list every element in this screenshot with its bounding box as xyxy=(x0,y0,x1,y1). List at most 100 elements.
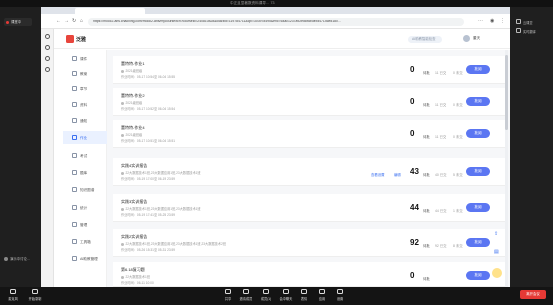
statistics-icon xyxy=(72,205,77,210)
translate-icon[interactable] xyxy=(516,28,521,33)
meeting-left-rail xyxy=(0,7,40,287)
share-status-icon xyxy=(4,257,8,261)
nav-item-ai-assistant[interactable]: AI助教管理 xyxy=(63,252,107,265)
assignment-time: 作业时间：05-19 17:00至 06-19 23:59 xyxy=(121,177,176,181)
invite-button[interactable]: 邀请成员 xyxy=(236,289,256,301)
back-icon[interactable]: ← xyxy=(56,19,61,24)
unsubmitted-count: 1 未交 xyxy=(453,209,463,213)
extensions-icon[interactable]: ⋯ xyxy=(478,19,483,24)
nav-item-management[interactable]: 管理 xyxy=(63,218,107,231)
nav-item-exams[interactable]: 考试 xyxy=(63,149,107,162)
home-icon[interactable]: ⌂ xyxy=(80,19,83,24)
nav-item-toolbox[interactable]: 工具箱 xyxy=(63,235,107,248)
assignment-row[interactable]: 实践4实训报告 22大数据技术1班,23大数据应用1班,23大数据技术1班 作业… xyxy=(113,158,505,186)
sidebar-discover-icon[interactable] xyxy=(45,56,50,61)
nav-label: 知识图谱 xyxy=(80,187,95,192)
nav-item-chapters[interactable]: 章节 xyxy=(63,82,107,95)
review-button[interactable]: 批阅 xyxy=(466,167,490,176)
nav-item-materials[interactable]: 资料 xyxy=(63,98,107,111)
reload-icon[interactable]: ↻ xyxy=(72,19,76,24)
chapters-icon xyxy=(72,86,77,91)
assignments-icon xyxy=(72,135,77,140)
mic-button[interactable]: 麦克风 xyxy=(3,289,23,301)
ai-assistant-label[interactable]: AI助教智能检查 xyxy=(412,37,436,41)
unsubmitted-count: 0 未交 xyxy=(453,71,463,75)
assignment-title[interactable]: 实践4实训报告 xyxy=(121,163,147,169)
view-settings-link[interactable]: 查看设置 xyxy=(371,172,385,177)
assignment-title[interactable]: 董特特-作业1 xyxy=(121,61,145,67)
document-icon[interactable]: ▤ xyxy=(494,250,500,256)
assistant-mascot-icon[interactable] xyxy=(492,268,502,278)
review-button[interactable]: 批阅 xyxy=(466,203,490,212)
class-icon xyxy=(121,207,124,211)
nav-item-knowledge-graph[interactable]: 知识图谱 xyxy=(63,183,107,196)
review-button[interactable]: 批阅 xyxy=(466,129,490,138)
assignment-row[interactable]: 董特特-作业2 2021级班级 作业时间：05-17 10:52至 06-04 … xyxy=(113,88,505,116)
cloud-icon[interactable] xyxy=(516,19,521,24)
sidebar-add-icon[interactable] xyxy=(45,67,50,72)
exams-icon xyxy=(72,153,77,158)
assignment-title[interactable]: 实践3实训报告 xyxy=(121,199,147,205)
assignment-title[interactable]: 董特特-作业2 xyxy=(121,93,145,99)
toolbar-label: 开始录制 xyxy=(28,297,42,301)
class-icon xyxy=(121,69,124,73)
review-button[interactable]: 批阅 xyxy=(466,271,490,280)
class-icon xyxy=(121,242,124,246)
courseware-icon xyxy=(72,56,77,61)
toolbar-label: 邀请成员 xyxy=(239,297,253,301)
emoji-button[interactable]: 表情 xyxy=(294,289,314,301)
toolbar-label: 成员(1) xyxy=(260,297,272,301)
record-button[interactable]: 开始录制 xyxy=(25,289,45,301)
nav-item-notices[interactable]: 通知 xyxy=(63,114,107,127)
nav-label: 章节 xyxy=(80,86,88,91)
assignment-title[interactable]: 董特特-作业4 xyxy=(121,125,145,131)
sidebar-tab-icon[interactable] xyxy=(45,45,50,50)
assignment-row[interactable]: 实践2实训报告 22大数据技术1班,23大数据应用1班,23大数据技术1班,23… xyxy=(113,229,505,257)
nav-item-assignments[interactable]: 作业 xyxy=(63,131,107,144)
nav-label: 工具箱 xyxy=(80,239,91,244)
record-icon xyxy=(32,289,38,294)
leave-meeting-button[interactable]: 离开会议 xyxy=(520,290,546,299)
review-button[interactable]: 批阅 xyxy=(466,97,490,106)
edit-link[interactable]: 编辑 xyxy=(394,172,401,177)
apps-button[interactable]: 应用 xyxy=(312,289,332,301)
recording-label: 课堂中 xyxy=(11,19,22,24)
unsubmitted-count: 5 未交 xyxy=(453,173,463,177)
address-bar-url[interactable]: https://mooc2-ans.chaoxing.com/mooc2-ans… xyxy=(93,20,461,23)
assignment-row[interactable]: 董特特-作业4 2021级班级 作业时间：05-17 10:51至 06-04 … xyxy=(113,120,505,148)
review-button[interactable]: 批阅 xyxy=(466,65,490,74)
sidebar-copilot-icon[interactable] xyxy=(45,34,50,39)
profile-icon[interactable]: ◉ xyxy=(490,19,494,24)
assignment-classes: 2021级班级 xyxy=(125,101,143,105)
assignment-row[interactable]: 董特特-作业1 2021级班级 作业时间：05-17 10:54至 06-04 … xyxy=(113,56,505,84)
submitted-count: 44 已交 xyxy=(435,209,447,213)
assignment-row[interactable]: 实践3实训报告 22大数据技术1班,23大数据应用1班,23大数据技术1班 作业… xyxy=(113,194,505,222)
pending-count: 0 xyxy=(410,65,415,74)
nav-item-question-bank[interactable]: 题库 xyxy=(63,166,107,179)
right-rail-label[interactable]: 实时翻译 xyxy=(523,29,536,34)
settings-button[interactable]: 设置 xyxy=(330,289,350,301)
nav-item-statistics[interactable]: 统计 xyxy=(63,201,107,214)
assignment-title[interactable]: 第6.18复习题 xyxy=(121,267,145,273)
nav-item-courseware[interactable]: 课件 xyxy=(63,52,107,65)
right-rail-label[interactable]: 云课堂 xyxy=(523,20,533,25)
avatar[interactable] xyxy=(463,35,470,42)
upload-icon[interactable]: ⇪ xyxy=(494,232,500,238)
members-button[interactable]: 成员(1) xyxy=(256,289,276,301)
share-button[interactable]: 共享 xyxy=(218,289,238,301)
assignment-time: 作业时间：06-11 10:00 xyxy=(121,281,154,285)
assignment-row[interactable]: 第6.18复习题 22大数据技术1班 作业时间：06-11 10:00 0 待批… xyxy=(113,262,505,287)
review-button[interactable]: 批阅 xyxy=(466,238,490,247)
forward-icon[interactable]: → xyxy=(64,19,69,24)
assignment-classes: 22大数据技术1班 xyxy=(125,275,150,279)
unsubmitted-count: 0 未交 xyxy=(453,135,463,139)
user-name[interactable]: 董天 xyxy=(473,36,480,41)
toolbar-label: 会中聊天 xyxy=(279,297,293,301)
scrollbar-thumb[interactable] xyxy=(505,55,508,130)
chat-button[interactable]: 会中聊天 xyxy=(276,289,296,301)
assignment-time: 作业时间：05-17 10:51至 06-04 15:51 xyxy=(121,139,176,143)
meeting-right-rail xyxy=(511,7,553,287)
nav-item-lesson-plan[interactable]: 教案 xyxy=(63,67,107,80)
menu-icon[interactable]: ⋮ xyxy=(500,19,505,24)
assignment-title[interactable]: 实践2实训报告 xyxy=(121,234,147,240)
